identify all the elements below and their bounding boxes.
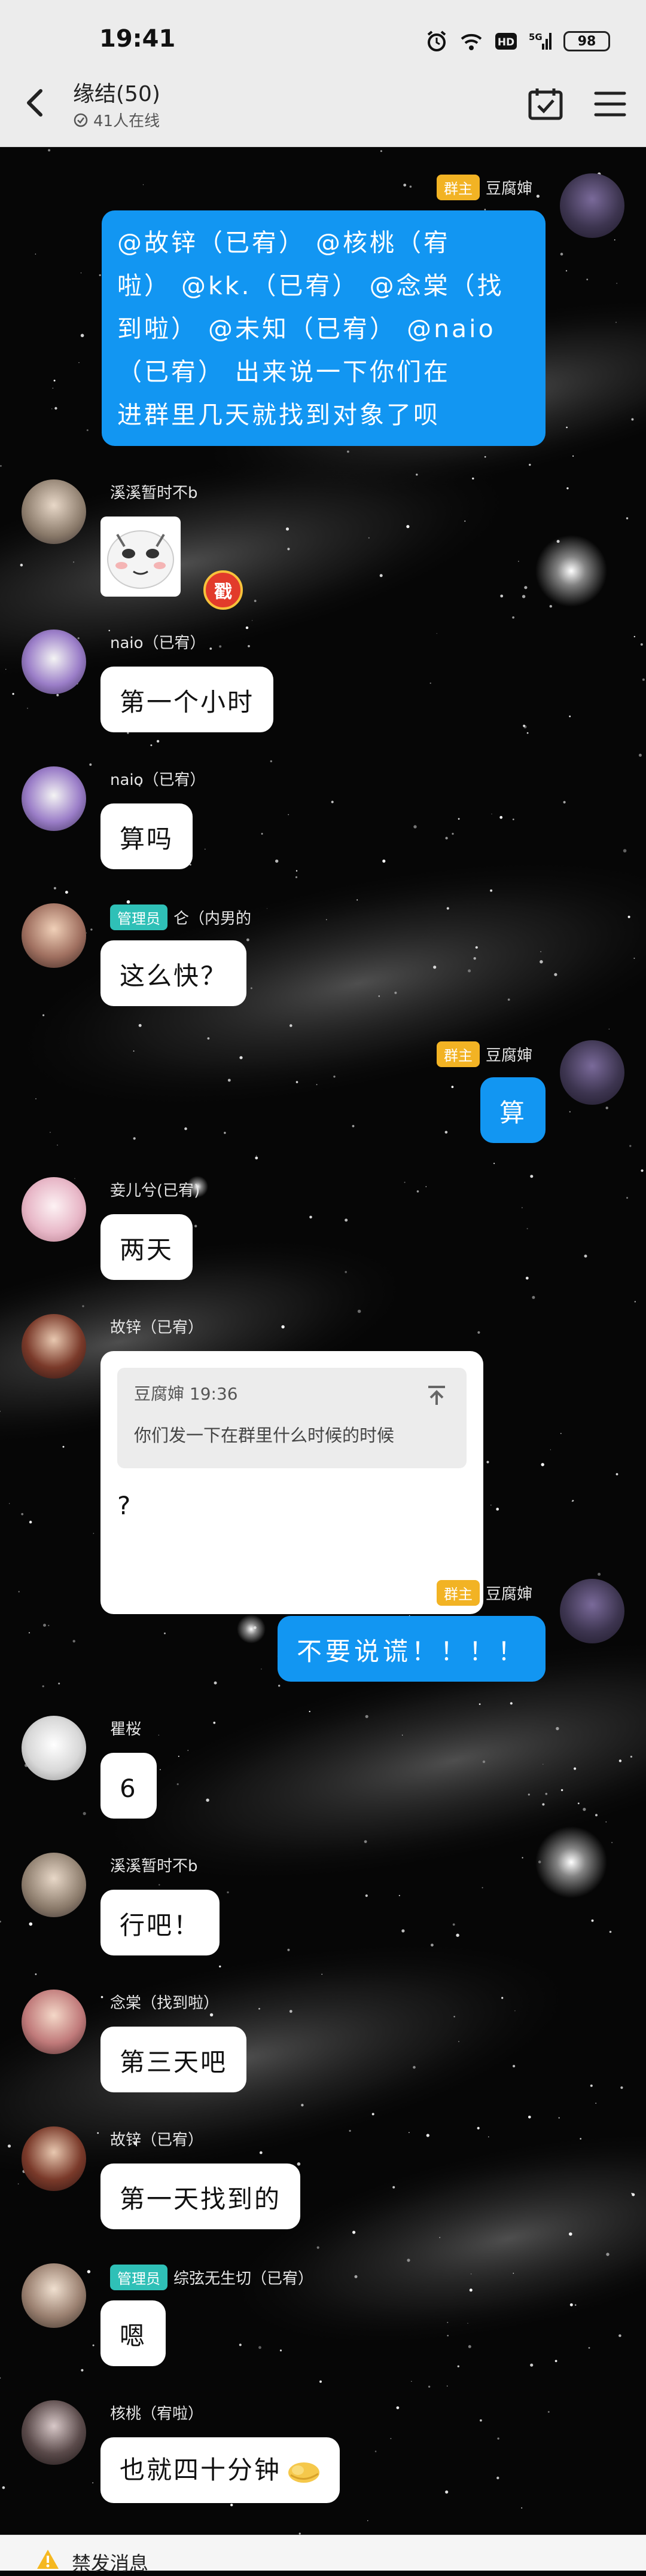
avatar[interactable] (22, 903, 86, 968)
avatar[interactable] (22, 2126, 86, 2191)
avatar[interactable] (560, 1040, 624, 1105)
warning-icon (37, 2550, 59, 2569)
message-bubble[interactable]: @故锌（已宥） @核桃（宥 啦） @kk.（已宥） @念棠（找 到啦） @未知（… (102, 210, 546, 446)
quote-reply-bubble[interactable]: 豆腐婶 19:36 你们发一下在群里什么时候的时候 ? (100, 1351, 483, 1614)
sender-name: 溪溪暂时不b (110, 484, 198, 502)
sender-name: 仑（内男的 (173, 910, 252, 928)
sender-name: naio（已宥） (110, 771, 206, 789)
hd-icon: HD (495, 33, 517, 50)
chat-header: 缘结(50) 41人在线 (0, 60, 646, 147)
avatar[interactable] (22, 766, 86, 831)
admin-badge: 管理员 (110, 904, 167, 930)
sender-name: 瞿桜 (110, 1721, 142, 1738)
avatar[interactable] (560, 1579, 624, 1643)
online-count[interactable]: 41人在线 (73, 109, 160, 131)
admin-badge: 管理员 (110, 2265, 167, 2290)
message-line: （已宥） 出来说一下你们在 (117, 357, 451, 386)
chat-message-list[interactable]: 群主 豆腐婶 @故锌（已宥） @核桃（宥 啦） @kk.（已宥） @念棠（找 到… (0, 146, 646, 2570)
sender-info: 溪溪暂时不b (110, 1854, 198, 1876)
owner-badge: 群主 (436, 175, 480, 200)
sender-info: 妾儿兮(已宥) (110, 1178, 200, 1200)
message-bubble[interactable]: 行吧！ (100, 1890, 220, 1955)
message-bubble[interactable]: 也就四十分钟 (100, 2437, 340, 2503)
bottom-notice: 禁发消息 (0, 2535, 646, 2575)
status-time: 19:41 (99, 25, 176, 53)
avatar[interactable] (22, 2400, 86, 2465)
message-bubble[interactable]: 算吗 (100, 803, 193, 869)
status-icons: HD 5G 98 (425, 26, 610, 56)
sender-name: 综弦无生切（已宥） (173, 2270, 314, 2288)
message-bubble[interactable]: 不要说谎！！！！ (277, 1616, 546, 1682)
alarm-icon (427, 30, 446, 51)
sender-info: naio（已宥） (110, 631, 206, 653)
message-line: 到啦） @未知（已宥） @naio (117, 314, 496, 343)
sender-info: 管理员 综弦无生切（已宥） (110, 2265, 313, 2290)
avatar[interactable] (22, 1177, 86, 1242)
reply-text: ? (117, 1491, 131, 1520)
wifi-icon (461, 33, 482, 50)
sender-info: 群主 豆腐婶 (436, 1041, 532, 1067)
svg-text:5G: 5G (529, 32, 543, 42)
sender-info: 故锌（已宥） (110, 2128, 203, 2150)
sender-name: 核桃（宥啦） (110, 2405, 204, 2423)
sender-info: 念棠（找到啦） (110, 1991, 219, 2013)
message-bubble[interactable]: 第一天找到的 (100, 2164, 301, 2229)
pin-to-top-icon[interactable] (425, 1383, 449, 1407)
message-line: 进群里几天就找到对象了呗 (117, 401, 440, 429)
sender-name: 故锌（已宥） (110, 2131, 204, 2149)
message-line: @故锌（已宥） @核桃（宥 (117, 228, 451, 257)
avatar[interactable] (22, 479, 86, 544)
signal-5g-icon: 5G (529, 32, 551, 50)
avatar[interactable] (22, 1716, 86, 1780)
message-bubble[interactable]: 这么快？ (100, 940, 247, 1006)
notice-text: 禁发消息 (72, 2552, 149, 2575)
online-status-icon (74, 113, 88, 127)
sender-info: 群主 豆腐婶 (436, 175, 532, 200)
sender-info: 故锌（已宥） (110, 1315, 203, 1337)
sender-info: 溪溪暂时不b (110, 481, 198, 503)
sender-info: 核桃（宥啦） (110, 2401, 203, 2424)
quoted-text: 你们发一下在群里什么时候的时候 (134, 1425, 395, 1446)
sender-info: naio（已宥） (110, 768, 206, 790)
thumbs-up-emoji-icon (288, 2462, 320, 2483)
avatar[interactable] (22, 2263, 86, 2328)
owner-badge: 群主 (436, 1041, 480, 1067)
poke-tag[interactable]: 戳 (203, 570, 243, 610)
avatar[interactable] (560, 173, 624, 238)
message-line: 啦） @kk.（已宥） @念棠（找 (117, 271, 504, 300)
avatar[interactable] (22, 1314, 86, 1379)
owner-badge: 群主 (436, 1580, 480, 1606)
sender-name: 溪溪暂时不b (110, 1857, 198, 1875)
back-icon[interactable] (18, 85, 54, 121)
quoted-author: 豆腐婶 19:36 (134, 1384, 238, 1404)
message-text: 也就四十分钟 (120, 2455, 282, 2485)
sender-info: 管理员 仑（内男的 (110, 904, 251, 930)
sender-name: 念棠（找到啦） (110, 1994, 220, 2012)
sender-name: 豆腐婶 (485, 1047, 532, 1065)
cartoon-face-sticker-icon[interactable] (100, 517, 181, 597)
message-bubble[interactable]: 第一个小时 (100, 667, 274, 732)
menu-icon[interactable] (591, 86, 629, 122)
group-title[interactable]: 缘结(50) (73, 77, 160, 108)
message-bubble[interactable]: 6 (100, 1753, 157, 1819)
sender-info: 群主 豆腐婶 (436, 1580, 532, 1606)
sender-name: 妾儿兮(已宥) (110, 1182, 200, 1200)
sender-name: 豆腐婶 (485, 180, 532, 198)
message-bubble[interactable]: 算 (480, 1077, 546, 1143)
avatar[interactable] (22, 1990, 86, 2054)
sender-name: 故锌（已宥） (110, 1319, 204, 1337)
message-bubble[interactable]: 第三天吧 (100, 2027, 247, 2092)
avatar[interactable] (22, 1853, 86, 1917)
svg-text:HD: HD (498, 36, 514, 48)
calendar-check-icon[interactable] (526, 86, 565, 122)
sender-name: 豆腐婶 (485, 1585, 532, 1603)
avatar[interactable] (22, 630, 86, 694)
sender-info: 瞿桜 (110, 1717, 141, 1739)
battery-icon: 98 (563, 31, 610, 51)
message-bubble[interactable]: 嗯 (100, 2300, 166, 2366)
quoted-message[interactable]: 豆腐婶 19:36 你们发一下在群里什么时候的时候 (117, 1368, 467, 1468)
online-count-label: 41人在线 (93, 112, 160, 130)
sender-name: naio（已宥） (110, 634, 206, 652)
message-bubble[interactable]: 两天 (100, 1214, 193, 1280)
